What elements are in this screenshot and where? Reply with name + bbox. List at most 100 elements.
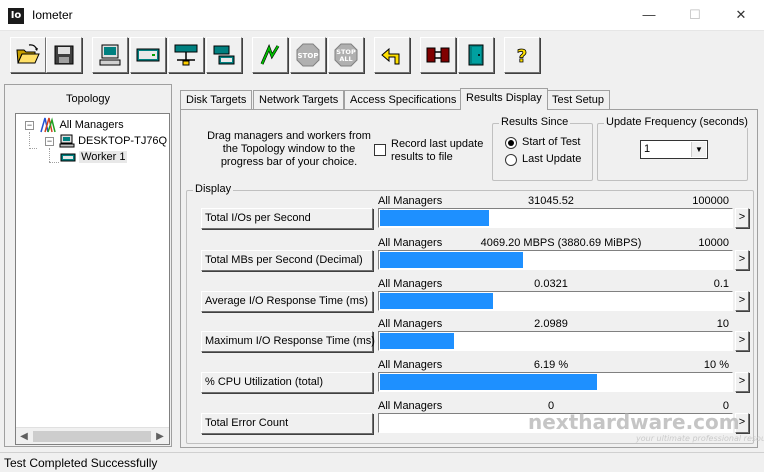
copy-worker-button[interactable]	[206, 37, 242, 73]
exit-button[interactable]	[458, 37, 494, 73]
window-title: Iometer	[32, 8, 73, 22]
scroll-left-arrow-icon[interactable]: ◀	[16, 429, 32, 444]
tree-connector	[49, 148, 50, 162]
worker-icon	[60, 153, 76, 162]
tree-connector	[29, 132, 30, 146]
cpu-utilization-progress-bar[interactable]	[378, 372, 733, 392]
total-mbs-value: 4069.20 MBPS (3880.69 MiBPS)	[480, 237, 642, 249]
update-frequency-value: 1	[644, 143, 651, 155]
stop-icon: STOP	[296, 43, 320, 67]
error-count-source: All Managers	[378, 400, 443, 412]
avg-response-source: All Managers	[378, 278, 443, 290]
tree-label-worker: Worker 1	[79, 151, 128, 163]
stop-all-icon: STOP ALL	[334, 43, 358, 67]
avg-response-button[interactable]: Average I/O Response Time (ms)	[201, 291, 373, 312]
disconnect-button[interactable]	[420, 37, 456, 73]
about-button[interactable]: ?	[504, 37, 540, 73]
minimize-button[interactable]: —	[626, 0, 672, 30]
chevron-down-icon[interactable]: ▼	[691, 142, 706, 157]
title-bar: Io Iometer — ☐ ✕	[0, 0, 764, 31]
status-text: Test Completed Successfully	[4, 456, 158, 470]
total-ios-value: 31045.52	[528, 195, 574, 207]
avg-response-progress-bar[interactable]	[378, 291, 733, 311]
topology-tree[interactable]: − All Managers − DESKTOP-TJ76Q Worker 1 …	[15, 113, 170, 445]
cpu-utilization-expand-arrow-button[interactable]: >	[735, 372, 749, 392]
iometer-app-icon: Io	[8, 8, 24, 24]
tree-item-worker-1[interactable]: Worker 1	[60, 149, 128, 165]
expand-toggle-manager[interactable]: −	[45, 137, 54, 146]
tab-network-targets[interactable]: Network Targets	[253, 90, 345, 110]
max-response-max: 10	[716, 318, 729, 330]
total-mbs-progress-fill	[380, 252, 523, 268]
start-network-worker-button[interactable]	[168, 37, 204, 73]
total-ios-progress-bar[interactable]	[378, 208, 733, 228]
record-results-label: Record last update results to file	[391, 138, 484, 163]
drag-instructions: Drag managers and workers from the Topol…	[207, 130, 371, 168]
cpu-utilization-source: All Managers	[378, 359, 443, 371]
total-mbs-source: All Managers	[378, 237, 443, 249]
start-disk-worker-button[interactable]	[130, 37, 166, 73]
avg-response-value: 0.0321	[534, 278, 568, 290]
stop-all-sublabel: ALL	[339, 55, 352, 63]
cpu-utilization-progress-fill	[380, 374, 597, 390]
display-title: Display	[193, 183, 234, 195]
svg-text:?: ?	[517, 46, 527, 67]
max-response-progress-fill	[380, 333, 454, 349]
tree-connector	[49, 162, 59, 163]
tree-connector	[29, 148, 37, 149]
green-flag-icon	[260, 44, 280, 65]
total-mbs-expand-arrow-button[interactable]: >	[735, 250, 749, 270]
topology-horizontal-scrollbar[interactable]: ◀ ▶	[16, 427, 169, 444]
start-tests-button[interactable]	[252, 37, 288, 73]
total-ios-source: All Managers	[378, 195, 443, 207]
radio-label-last-update: Last Update	[522, 153, 582, 165]
cpu-utilization-max: 10 %	[703, 359, 729, 371]
tab-disk-targets[interactable]: Disk Targets	[180, 90, 253, 110]
maximize-button[interactable]: ☐	[672, 0, 718, 30]
max-response-source: All Managers	[378, 318, 443, 330]
total-mbs-max: 10000	[698, 237, 729, 249]
stop-label: STOP	[298, 52, 319, 60]
watermark-text: nexthardware.com	[528, 410, 740, 434]
update-frequency-select[interactable]: 1 ▼	[640, 140, 708, 159]
tree-item-manager[interactable]: DESKTOP-TJ76Q	[59, 133, 167, 149]
error-count-button[interactable]: Total Error Count	[201, 413, 373, 434]
radio-last-update[interactable]	[505, 154, 517, 166]
max-response-value: 2.0989	[534, 318, 568, 330]
total-ios-expand-arrow-button[interactable]: >	[735, 208, 749, 228]
cpu-utilization-button[interactable]: % CPU Utilization (total)	[201, 372, 373, 393]
total-ios-button[interactable]: Total I/Os per Second	[201, 208, 373, 229]
reset-workers-button[interactable]	[374, 37, 410, 73]
computer-icon	[99, 44, 121, 66]
disk-worker-icon	[136, 48, 160, 62]
computer-icon	[59, 134, 75, 148]
update-frequency-group: Update Frequency (seconds) 1 ▼	[597, 116, 750, 181]
radio-start-of-test[interactable]	[505, 137, 517, 149]
network-worker-icon	[174, 44, 198, 66]
tree-item-all-managers[interactable]: All Managers	[39, 117, 124, 133]
results-display-panel: Drag managers and workers from the Topol…	[180, 109, 758, 448]
topology-panel: Topology − All Managers − DESKTOP-TJ76Q	[4, 84, 172, 447]
avg-response-expand-arrow-button[interactable]: >	[735, 291, 749, 311]
max-response-button[interactable]: Maximum I/O Response Time (ms)	[201, 331, 375, 352]
expand-toggle-all-managers[interactable]: −	[25, 121, 34, 130]
tab-access-specifications[interactable]: Access Specifications	[344, 90, 463, 110]
total-mbs-button[interactable]: Total MBs per Second (Decimal)	[201, 250, 373, 271]
open-folder-icon	[16, 44, 40, 64]
start-new-manager-button[interactable]	[92, 37, 128, 73]
results-since-title: Results Since	[499, 116, 571, 128]
close-button[interactable]: ✕	[718, 0, 764, 30]
tab-test-setup[interactable]: Test Setup	[546, 90, 610, 110]
max-response-expand-arrow-button[interactable]: >	[735, 331, 749, 351]
record-results-checkbox[interactable]	[374, 144, 386, 156]
total-mbs-progress-bar[interactable]	[378, 250, 733, 270]
open-config-button[interactable]	[10, 37, 46, 73]
tab-results-display[interactable]: Results Display	[460, 88, 548, 110]
save-config-button[interactable]	[46, 37, 82, 73]
scroll-right-arrow-icon[interactable]: ▶	[152, 429, 168, 444]
stop-button[interactable]: STOP	[290, 37, 326, 73]
status-bar: Test Completed Successfully	[0, 452, 764, 472]
scrollbar-thumb[interactable]	[33, 431, 151, 442]
stop-all-button[interactable]: STOP ALL	[328, 37, 364, 73]
max-response-progress-bar[interactable]	[378, 331, 733, 351]
